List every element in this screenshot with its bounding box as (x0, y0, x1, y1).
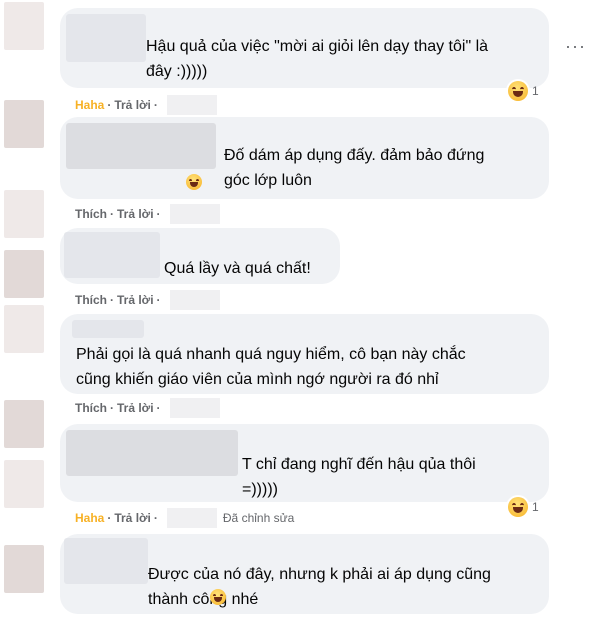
avatar[interactable] (4, 100, 44, 148)
haha-reaction-link[interactable]: Haha (75, 511, 104, 525)
comment-text: T chỉ đang nghĩ đến hậu qủa thôi =))))) (242, 456, 476, 498)
reply-link[interactable]: Trả lời (114, 511, 151, 525)
comment-bubble: Quá lầy và quá chất! (60, 228, 340, 284)
more-options-icon[interactable]: ··· (565, 36, 586, 57)
comment-text: Quá lầy và quá chất! (164, 260, 311, 277)
like-link[interactable]: Thích (75, 207, 107, 221)
reply-link[interactable]: Trả lời (117, 207, 154, 221)
avatar[interactable] (4, 190, 44, 238)
reaction-count[interactable]: 1 (508, 496, 539, 518)
haha-emoji-icon (508, 497, 528, 517)
like-link[interactable]: Thích (75, 401, 107, 415)
timestamp-redacted[interactable] (169, 290, 220, 310)
comment-text: Đố dám áp dụng đấy. đảm bảo đứng góc lớp… (224, 147, 485, 189)
edited-label[interactable]: Đã chỉnh sửa (223, 511, 294, 525)
avatar[interactable] (4, 400, 44, 448)
reply-link[interactable]: Trả lời (117, 293, 154, 307)
author-name-redacted[interactable] (66, 430, 238, 476)
author-name-redacted[interactable] (66, 14, 146, 62)
reply-link[interactable]: Trả lời (117, 401, 154, 415)
author-name-redacted[interactable] (72, 320, 144, 338)
timestamp-redacted[interactable] (166, 508, 217, 528)
timestamp-redacted[interactable] (169, 204, 220, 224)
author-name-redacted[interactable] (64, 538, 148, 584)
comment-actions: Thích · Trả lời · (75, 204, 220, 224)
laughing-emoji-icon (184, 174, 202, 192)
comment-text: Hậu quả của việc "mời ai giỏi lên dạy th… (146, 38, 489, 80)
comment-bubble: Đố dám áp dụng đấy. đảm bảo đứng góc lớp… (60, 117, 549, 199)
haha-emoji-icon (508, 81, 528, 101)
comment-bubble: Được của nó đây, nhưng k phải ai áp dụng… (60, 534, 549, 614)
comment-actions: Thích · Trả lời · (75, 398, 220, 418)
like-link[interactable]: Thích (75, 293, 107, 307)
avatar[interactable] (4, 2, 44, 50)
comment-actions: Thích · Trả lời · (75, 290, 220, 310)
author-name-redacted[interactable] (64, 232, 160, 278)
avatar[interactable] (4, 545, 44, 593)
author-name-redacted[interactable] (66, 123, 216, 169)
reply-link[interactable]: Trả lời (114, 98, 151, 112)
comment-text: Phải gọi là quá nhanh quá nguy hiểm, cô … (76, 346, 466, 388)
avatar[interactable] (4, 250, 44, 298)
timestamp-redacted[interactable] (166, 95, 217, 115)
avatar[interactable] (4, 460, 44, 508)
comment-text: Được của nó đây, nhưng k phải ai áp dụng… (148, 566, 491, 608)
laughing-emoji-icon (208, 589, 226, 607)
comment-bubble: Hậu quả của việc "mời ai giỏi lên dạy th… (60, 8, 549, 88)
comment-bubble: T chỉ đang nghĩ đến hậu qủa thôi =))))) (60, 424, 549, 502)
avatar[interactable] (4, 305, 44, 353)
timestamp-redacted[interactable] (169, 398, 220, 418)
reaction-count[interactable]: 1 (508, 80, 539, 102)
avatar-column (0, 0, 50, 619)
comment-actions: Haha · Trả lời · (75, 95, 217, 115)
comment-bubble: Phải gọi là quá nhanh quá nguy hiểm, cô … (60, 314, 549, 394)
comment-actions: Haha · Trả lời · Đã chỉnh sửa (75, 508, 294, 528)
haha-reaction-link[interactable]: Haha (75, 98, 104, 112)
